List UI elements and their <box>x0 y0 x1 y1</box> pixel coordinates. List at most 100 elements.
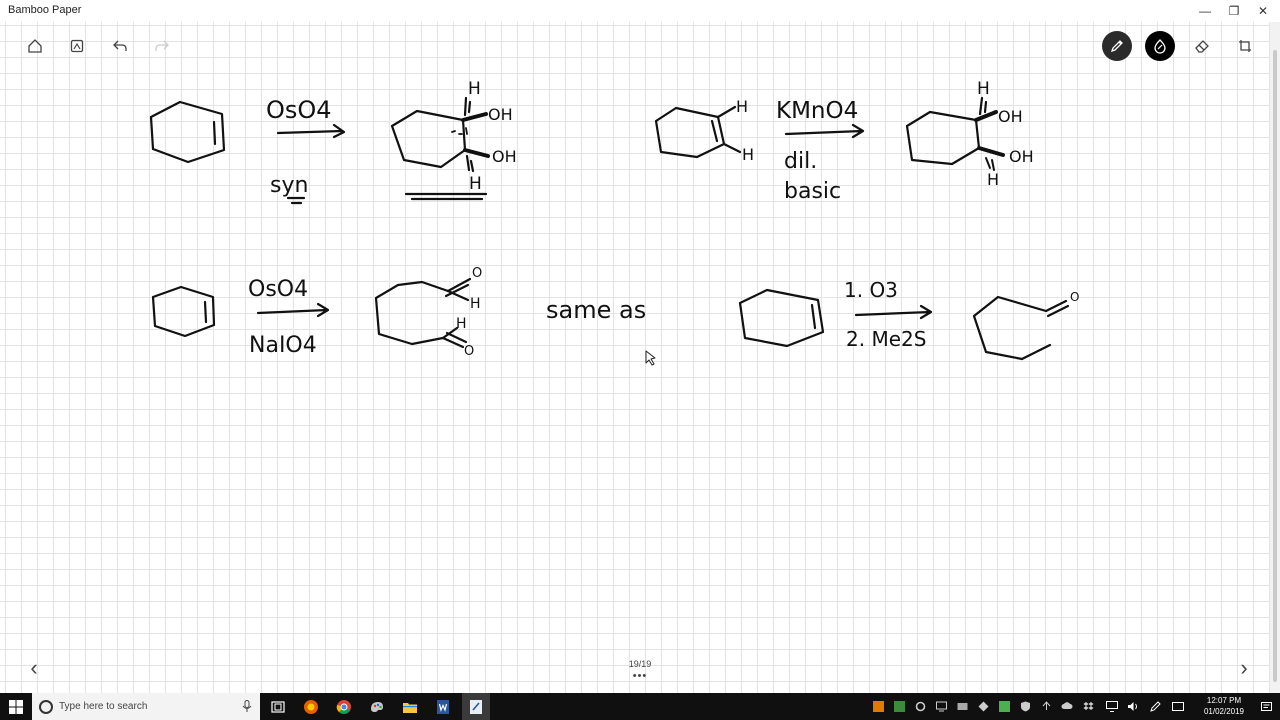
paint-taskbar-button[interactable] <box>363 693 391 720</box>
clock-date: 01/02/2019 <box>1203 707 1245 716</box>
drive-icon <box>957 702 967 710</box>
reagent-me2s: 2. Me2S <box>846 327 926 351</box>
tray-app-icon-6[interactable] <box>977 699 989 713</box>
tray-app-icon-7[interactable] <box>998 699 1010 713</box>
syn-underline <box>286 196 306 205</box>
diol-product-2 <box>905 96 1005 171</box>
condition-basic: basic <box>784 179 841 204</box>
search-placeholder: Type here to search <box>59 701 148 712</box>
reagent-oso4: OsO4 <box>266 96 332 124</box>
tray-app-icon-5[interactable] <box>956 699 968 713</box>
next-page-button[interactable]: › <box>1234 655 1254 680</box>
label-h-ald-1: H <box>470 296 481 312</box>
mouse-cursor-icon <box>645 350 656 366</box>
label-h-top-1: H <box>468 79 481 99</box>
task-view-button[interactable] <box>264 693 292 720</box>
taskbar: Type here to search 12:07 PM 01/02/2019 <box>0 693 1280 720</box>
tray-app-icon-3[interactable] <box>914 699 926 713</box>
cloud-upload-icon <box>1042 700 1050 710</box>
reaction-arrow-1 <box>276 123 346 139</box>
cyclohexene-1 <box>149 100 226 164</box>
chrome-taskbar-button[interactable] <box>330 693 358 720</box>
reaction-arrow-3 <box>256 302 330 318</box>
label-h-bottom-2: H <box>987 170 999 189</box>
orange-app-icon <box>872 700 884 712</box>
volume-button[interactable] <box>1127 699 1139 713</box>
label-oh-1: OH <box>488 105 513 124</box>
tray-app-icon-4[interactable] <box>935 699 947 713</box>
gear-icon <box>915 701 925 711</box>
dialdehyde-product <box>374 277 472 349</box>
speaker-icon <box>1128 701 1137 711</box>
handwriting-layer: OsO4 syn H OH OH H H H KMnO4 dil. basic … <box>149 79 1079 366</box>
green-app-icon <box>893 700 905 712</box>
condition-dil: dil. <box>784 149 817 174</box>
taskbar-search[interactable]: Type here to search <box>32 693 260 720</box>
page-indicator: 19/19 <box>628 659 652 669</box>
firefox-icon <box>304 699 318 714</box>
pen-workspace-button[interactable] <box>1150 699 1162 713</box>
cloud-icon <box>1061 702 1073 709</box>
label-h-alkene-1: H <box>736 97 748 116</box>
keyboard-button[interactable] <box>1172 699 1184 713</box>
bamboo-paper-taskbar-button[interactable] <box>462 693 490 720</box>
word-icon <box>437 699 449 714</box>
tray-app-icon-9[interactable] <box>1040 699 1052 713</box>
reaction-arrow-4 <box>854 304 933 320</box>
reagent-oso4-2: OsO4 <box>248 277 308 302</box>
prev-page-button[interactable]: ‹ <box>24 655 44 680</box>
tray-app-icon-2[interactable] <box>893 699 905 713</box>
cyclohexene-2 <box>654 105 742 159</box>
word-taskbar-button[interactable] <box>429 693 457 720</box>
label-oh-2: OH <box>492 147 517 166</box>
microphone-icon[interactable] <box>242 700 252 713</box>
reaction-arrow-2 <box>784 123 865 139</box>
start-button[interactable] <box>0 693 32 720</box>
label-oh-3: OH <box>998 107 1023 126</box>
diamond-icon <box>978 701 988 711</box>
tray-app-icon-10[interactable] <box>1061 699 1073 713</box>
label-h-alkene-2: H <box>742 145 754 164</box>
diol-product-1 <box>390 96 490 173</box>
network-button[interactable] <box>1106 699 1118 713</box>
stylus-icon <box>1150 701 1161 712</box>
label-h-ald-2: H <box>456 316 467 332</box>
bamboo-paper-icon <box>470 699 482 714</box>
monitor-icon <box>935 701 947 711</box>
taskbar-clock[interactable]: 12:07 PM 01/02/2019 <box>1194 695 1254 717</box>
clock-time: 12:07 PM <box>1206 696 1242 705</box>
double-underline <box>404 192 488 201</box>
keyboard-icon <box>1172 701 1184 711</box>
cyclohexene-3 <box>151 285 216 338</box>
ozonolysis-product <box>972 295 1070 361</box>
reagent-o3: 1. O3 <box>844 278 898 302</box>
condition-syn: syn <box>270 173 308 198</box>
file-explorer-taskbar-button[interactable] <box>396 693 424 720</box>
windows-icon <box>9 699 23 714</box>
label-o-top: O <box>472 266 482 281</box>
palette-icon <box>371 701 383 712</box>
notification-icon <box>1260 701 1272 711</box>
reagent-kmno4: KMnO4 <box>776 98 858 124</box>
action-center-button[interactable] <box>1260 700 1272 714</box>
tray-app-icon-11[interactable] <box>1082 699 1094 713</box>
chrome-icon <box>336 699 351 714</box>
page-options-button[interactable]: ••• <box>610 670 670 682</box>
label-h-bottom-1: H <box>469 174 482 194</box>
tray-app-icon-8[interactable] <box>1019 699 1031 713</box>
shield-icon <box>1020 701 1030 711</box>
task-view-icon <box>271 700 285 713</box>
cyclohexene-4 <box>738 288 825 348</box>
green-square-icon <box>998 700 1010 712</box>
dropbox-icon <box>1083 701 1093 710</box>
firefox-taskbar-button[interactable] <box>297 693 325 720</box>
reagent-naio4: NaIO4 <box>249 333 317 358</box>
cortana-icon <box>39 700 53 714</box>
folder-icon <box>403 702 417 713</box>
text-same-as: same as <box>546 296 646 324</box>
label-o-bottom: O <box>464 344 474 359</box>
network-icon <box>1106 700 1118 712</box>
label-h-top-2: H <box>977 79 990 99</box>
label-o-ozonolysis: O <box>1070 290 1079 304</box>
tray-app-icon-1[interactable] <box>872 699 884 713</box>
